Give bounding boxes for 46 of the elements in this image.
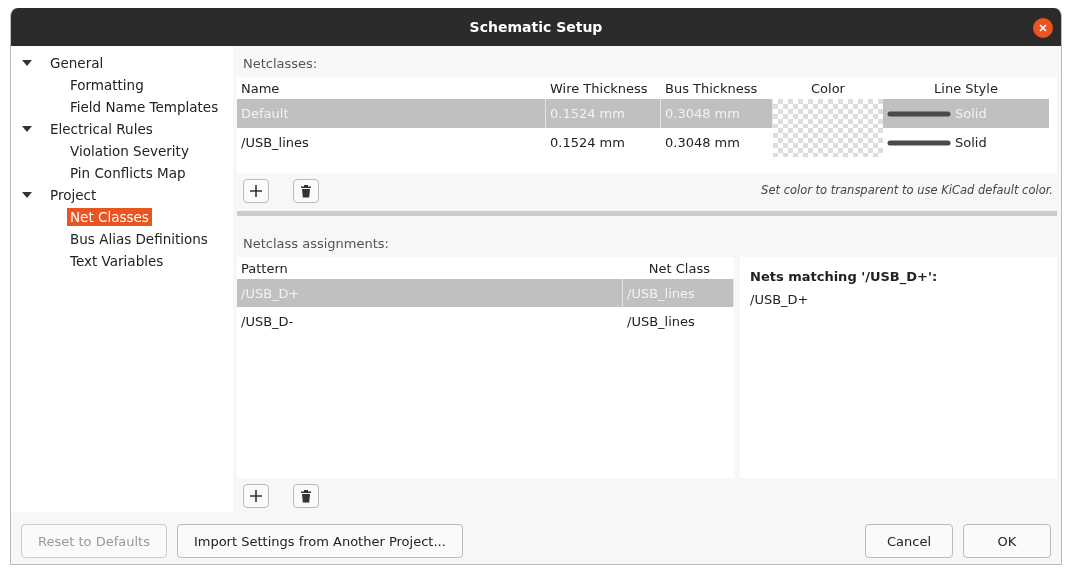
line-style-label[interactable]: Solid	[955, 135, 987, 150]
dialog-button[interactable]: OK	[963, 524, 1051, 558]
column-header: Name	[240, 79, 281, 98]
column-header: Color	[810, 79, 846, 98]
column-header: Bus Thickness	[664, 79, 759, 98]
table-cell[interactable]: /USB_D-	[237, 307, 623, 336]
table-cell[interactable]: /USB_lines	[237, 128, 546, 157]
column-header: Line Style	[933, 79, 999, 98]
color-swatch[interactable]	[773, 128, 883, 157]
delete-button[interactable]	[293, 179, 319, 204]
tree-item[interactable]: Formatting	[67, 76, 147, 94]
column-header: Wire Thickness	[549, 79, 649, 98]
hint-text: Set color to transparent to use KiCad default color.	[761, 183, 1053, 198]
column-header: Net Class	[647, 259, 711, 278]
color-swatch[interactable]	[773, 99, 883, 128]
dialog-button[interactable]: Cancel	[865, 524, 953, 558]
panel-title: Nets matching '/USB_D+':	[750, 269, 939, 285]
section-label: Netclasses:	[243, 56, 319, 71]
close-button[interactable]	[1033, 18, 1053, 38]
table-cell[interactable]: /USB_lines	[623, 307, 734, 336]
close-icon	[1039, 24, 1047, 32]
tree-item[interactable]: Violation Severity	[67, 142, 192, 160]
table-cell[interactable]: 0.1524 mm	[546, 128, 661, 157]
trash-icon	[300, 489, 312, 503]
tree-item[interactable]: Pin Conflicts Map	[67, 164, 189, 182]
window-title: Schematic Setup	[469, 19, 603, 35]
tree-item[interactable]: General	[47, 54, 107, 72]
delete-button[interactable]	[293, 484, 319, 508]
plus-icon	[249, 489, 263, 503]
add-button[interactable]	[243, 179, 269, 204]
tree-item[interactable]: Field Name Templates	[67, 98, 222, 116]
tree-item[interactable]: Bus Alias Definitions	[67, 230, 211, 248]
tree-item[interactable]: Project	[47, 186, 100, 204]
tree-item[interactable]: Text Variables	[67, 252, 167, 270]
tree-item[interactable]: Electrical Rules	[47, 120, 156, 138]
line-style-icon	[887, 109, 951, 118]
column-header: Pattern	[240, 259, 289, 278]
trash-icon	[300, 184, 312, 199]
add-button[interactable]	[243, 484, 269, 508]
net-item: /USB_D+	[750, 292, 810, 308]
line-style-icon	[887, 138, 951, 147]
tree-item[interactable]: Net Classes	[67, 208, 152, 226]
section-label: Netclass assignments:	[243, 236, 390, 252]
dialog-button[interactable]: Import Settings from Another Project...	[176, 524, 463, 558]
table-cell[interactable]: 0.3048 mm	[661, 128, 773, 157]
plus-icon	[249, 184, 263, 199]
